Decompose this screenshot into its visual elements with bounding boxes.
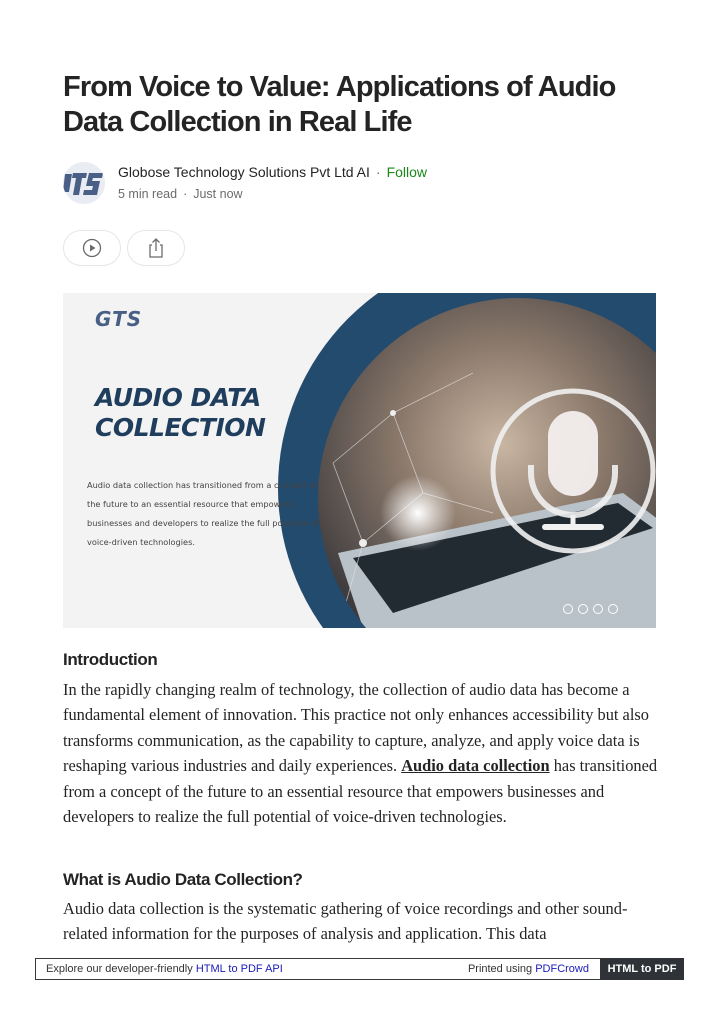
separator-dot: · [375,164,381,180]
section-heading-introduction: Introduction [63,650,158,669]
byline: Globose Technology Solutions Pvt Ltd AI ·… [63,160,663,206]
hero-artwork [278,293,656,628]
read-time: 5 min read [118,187,178,201]
audio-data-collection-link[interactable]: Audio data collection [401,756,549,775]
carousel-dot[interactable] [593,604,603,614]
hero-heading-line: COLLECTION [95,413,266,442]
html-to-pdf-api-link[interactable]: HTML to PDF API [196,963,283,975]
gts-logo-avatar-icon [63,162,105,204]
hero-description: Audio data collection has transitioned f… [87,480,320,547]
section-heading-what-is: What is Audio Data Collection? [63,870,303,889]
carousel-dots [563,604,618,614]
article-meta: 5 min read · Just now [118,187,243,201]
carousel-dot[interactable] [563,604,573,614]
pdfcrowd-link[interactable]: PDFCrowd [535,963,589,975]
hero-heading-line: AUDIO DATA [95,383,261,412]
share-button[interactable] [127,230,185,266]
article-title: From Voice to Value: Applications of Aud… [63,71,616,138]
play-circle-icon [82,238,102,258]
gts-logo: GTS [95,307,143,331]
footer-left: Explore our developer-friendly HTML to P… [46,963,283,975]
publish-time: Just now [193,187,243,201]
hero-heading: AUDIO DATA COLLECTION [95,383,266,443]
separator-dot: · [183,187,188,201]
follow-button[interactable]: Follow [387,164,427,180]
what-is-paragraph: Audio data collection is the systematic … [63,899,628,944]
carousel-dot[interactable] [578,604,588,614]
footer-right-text: Printed using [467,963,536,975]
author-name[interactable]: Globose Technology Solutions Pvt Ltd AI [118,164,370,180]
author-avatar[interactable] [63,162,105,204]
footer-right: Printed using PDFCrowd [468,963,589,975]
author-row: Globose Technology Solutions Pvt Ltd AI ·… [118,164,427,180]
html-to-pdf-button[interactable]: HTML to PDF [600,958,684,980]
footer-left-text: Explore our developer-friendly [46,963,196,975]
introduction-paragraph: In the rapidly changing realm of technol… [63,677,663,829]
share-icon [149,238,163,258]
listen-button[interactable] [63,230,121,266]
carousel-dot[interactable] [608,604,618,614]
pdf-footer-banner: Explore our developer-friendly HTML to P… [35,958,684,980]
hero-image: GTS AUDIO DATA COLLECTION Audio data col… [63,293,656,628]
